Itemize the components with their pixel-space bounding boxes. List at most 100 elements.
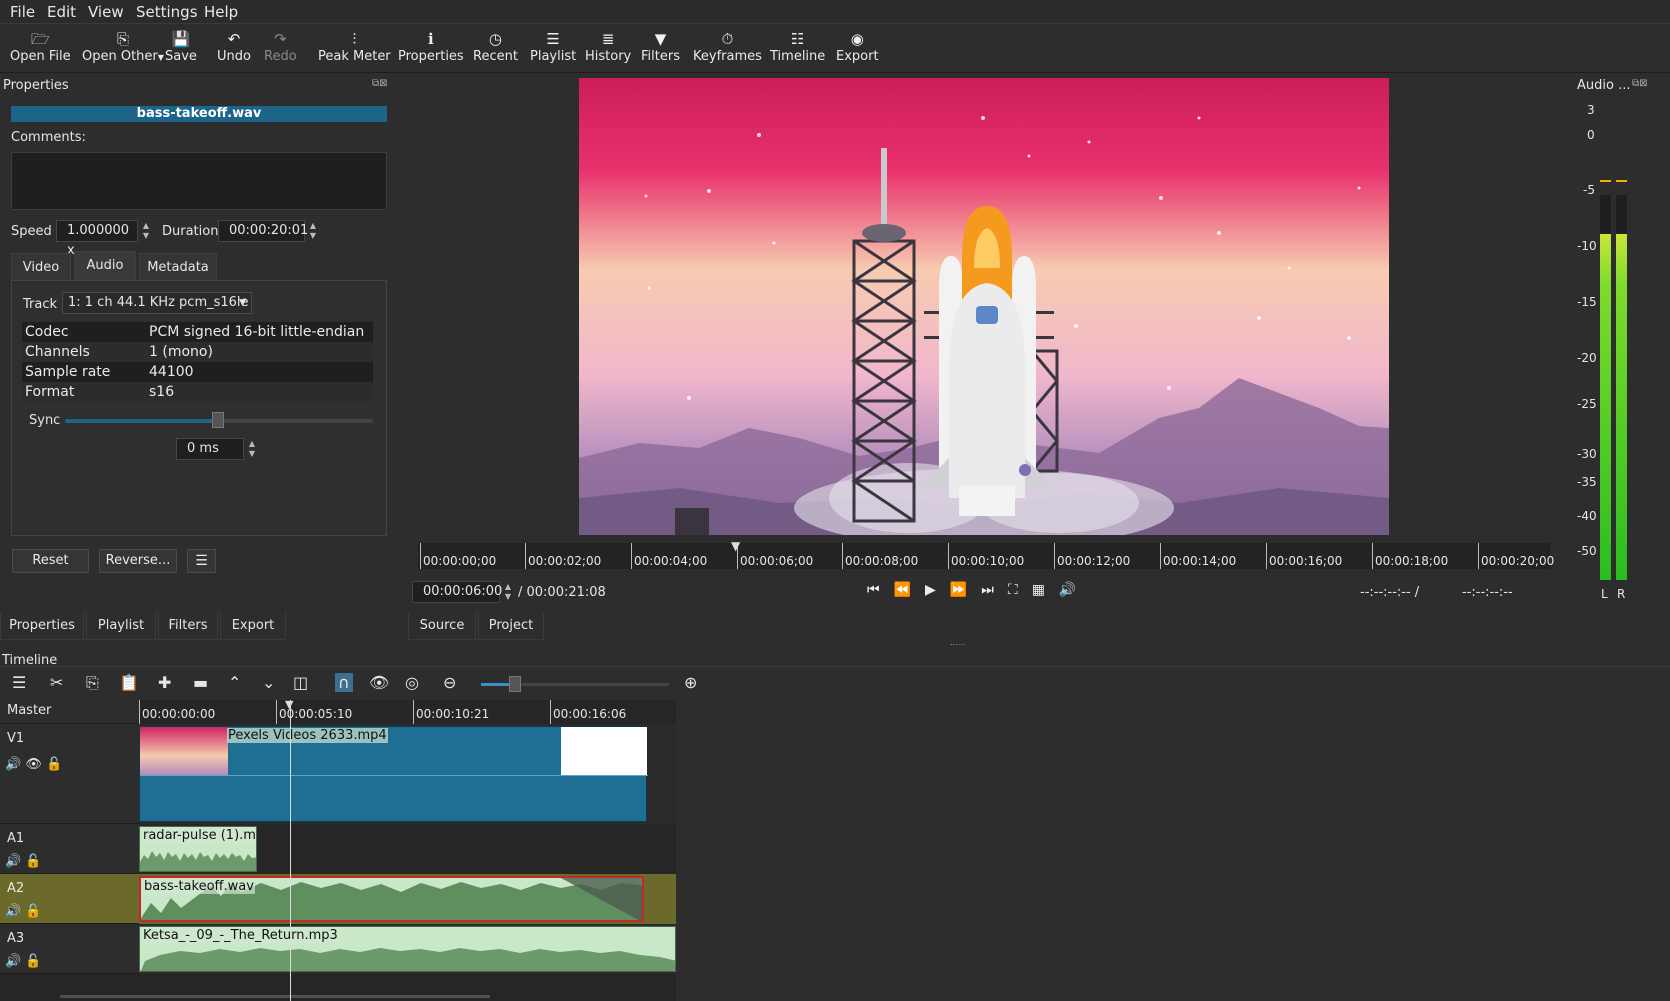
mute-icon[interactable]: 🔊 [5, 757, 21, 772]
audio-clip[interactable]: radar-pulse (1).mp3 [139, 826, 257, 872]
splitter-handle[interactable]: ...... [950, 638, 965, 647]
in-point: --:--:--:-- / [1360, 585, 1420, 600]
audio-clip-selected[interactable]: bass-takeoff.wav [139, 876, 644, 922]
history-button[interactable]: ≣ History [585, 29, 631, 64]
undo-button[interactable]: ↶ Undo [217, 29, 251, 64]
mute-icon[interactable]: 🔊 [5, 954, 21, 969]
paste-icon[interactable]: 📋 [119, 673, 139, 692]
meter-bar-right [1616, 195, 1627, 580]
scrub-eye-icon[interactable]: 👁 [369, 673, 389, 692]
tab-project[interactable]: Project [478, 612, 544, 640]
position-timecode[interactable]: 00:00:06:00 ▲ ▼ [412, 581, 511, 603]
lock-icon[interactable]: 🔓 [46, 757, 62, 772]
clip-label: Pexels Videos 2633.mp4 [227, 728, 388, 743]
dock-float-close-icon[interactable]: ⧉⊠ [372, 78, 388, 89]
comments-textarea[interactable] [11, 152, 387, 210]
tab-playlist[interactable]: Playlist [86, 612, 156, 640]
meter-scale-label: -30 [1577, 447, 1597, 461]
lock-icon[interactable]: 🔓 [25, 854, 41, 869]
menu-help[interactable]: Help [204, 3, 238, 21]
filters-button[interactable]: ▼ Filters [641, 29, 680, 64]
menu-view[interactable]: View [88, 3, 124, 21]
sync-slider-handle[interactable] [212, 412, 224, 428]
grid-icon[interactable]: ▦ [1032, 582, 1059, 598]
recent-button[interactable]: ◷ Recent [473, 29, 518, 64]
tab-audio[interactable]: Audio [74, 251, 136, 281]
append-icon[interactable]: ✚ [158, 673, 171, 692]
timeline-button[interactable]: ☷ Timeline [770, 29, 825, 64]
track-select[interactable]: 1: 1 ch 44.1 KHz pcm_s16le ▼ [62, 292, 252, 314]
video-clip[interactable]: Pexels Videos 2633.mp4 [139, 726, 648, 822]
hamburger-icon[interactable]: ☰ [187, 549, 216, 573]
menu-icon[interactable]: ☰ [12, 673, 26, 692]
audio-clip[interactable]: Ketsa_-_09_-_The_Return.mp3 [139, 926, 676, 972]
tab-metadata[interactable]: Metadata [139, 253, 217, 281]
play-icon[interactable]: ▶ [925, 582, 950, 598]
menu-edit[interactable]: Edit [47, 3, 76, 21]
spin-arrows-icon[interactable]: ▲ ▼ [306, 221, 320, 243]
zoom-slider-handle[interactable] [509, 676, 521, 692]
zoom-in-icon[interactable]: ⊕ [684, 673, 697, 692]
fast-forward-icon[interactable]: ⏩ [950, 582, 981, 598]
skip-start-icon[interactable]: ⏮ [867, 582, 894, 598]
timeline-ruler[interactable]: 00:00:00:00 00:00:05:10 00:00:10:21 00:0… [139, 698, 676, 724]
split-icon[interactable]: ◫ [293, 673, 308, 692]
track-name: A2 [7, 881, 25, 896]
track-header-v1[interactable]: V1 🔊 👁 🔓 [0, 724, 139, 824]
export-button[interactable]: ◉ Export [836, 29, 879, 64]
lift-icon[interactable]: ⌃ [228, 673, 241, 692]
playhead-marker-icon[interactable]: ▼ [731, 539, 740, 553]
menu-file[interactable]: File [10, 3, 35, 21]
track-header-a3[interactable]: A3 🔊 🔓 [0, 924, 139, 974]
reverse-button[interactable]: Reverse... [99, 549, 177, 573]
duration-spinbox[interactable]: 00:00:20:01 ▲ ▼ [218, 220, 316, 242]
mute-icon[interactable]: 🔊 [5, 854, 21, 869]
volume-icon[interactable]: 🔊 [1059, 582, 1090, 598]
track-name: A1 [7, 831, 25, 846]
open-other-button[interactable]: ⎘ Open Other▼ [82, 29, 164, 64]
spin-arrows-icon[interactable]: ▲ ▼ [501, 582, 515, 604]
track-header-a1[interactable]: A1 🔊 🔓 [0, 824, 139, 874]
peak-meter-button[interactable]: ⫶ Peak Meter [318, 29, 391, 64]
properties-button[interactable]: ℹ Properties [398, 29, 464, 64]
tab-source[interactable]: Source [408, 612, 476, 640]
tab-properties[interactable]: Properties [0, 612, 84, 640]
track-header-a2[interactable]: A2 🔊 🔓 [0, 874, 139, 924]
mute-icon[interactable]: 🔊 [5, 904, 21, 919]
keyframes-button[interactable]: ⏱ Keyframes [693, 29, 762, 64]
player-ruler[interactable]: 00:00:00;00 00:00:02;00 00:00:04;00 00:0… [418, 539, 1554, 569]
menu-settings[interactable]: Settings [136, 3, 198, 21]
lock-icon[interactable]: 🔓 [25, 954, 41, 969]
open-file-button[interactable]: 🗁 Open File [10, 29, 71, 64]
hide-eye-icon[interactable]: 👁 [25, 757, 42, 772]
speed-spinbox[interactable]: 1.000000 x ▲ ▼ [56, 220, 149, 258]
overwrite-icon[interactable]: ⌄ [262, 673, 275, 692]
spin-arrows-icon[interactable]: ▲ ▼ [139, 221, 153, 243]
timeline-playhead[interactable] [290, 700, 291, 1001]
copy-icon[interactable]: ⎘ [86, 673, 99, 693]
remove-icon[interactable]: ▬ [193, 673, 208, 692]
save-button[interactable]: 💾 Save [165, 29, 197, 64]
timeline-scrollbar[interactable] [60, 995, 490, 998]
dock-float-close-icon[interactable]: ⧉⊠ [1632, 78, 1648, 89]
playlist-button[interactable]: ☰ Playlist [530, 29, 576, 64]
scissors-icon[interactable]: ✂ [50, 673, 63, 692]
ripple-icon[interactable]: ◎ [405, 673, 419, 692]
sync-spinbox[interactable]: 0 ms ▲ ▼ [176, 438, 255, 460]
tab-video[interactable]: Video [11, 253, 71, 281]
skip-end-icon[interactable]: ⏭ [981, 582, 1008, 598]
rewind-icon[interactable]: ⏪ [894, 582, 925, 598]
lock-icon[interactable]: 🔓 [25, 904, 41, 919]
zoom-fit-icon[interactable]: ⛶ [1008, 582, 1032, 598]
redo-button[interactable]: ↷ Redo [264, 29, 297, 64]
spin-arrows-icon[interactable]: ▲ ▼ [245, 439, 259, 461]
undo-icon: ↶ [227, 30, 241, 48]
table-row: Sample rate 44100 [22, 362, 373, 382]
zoom-out-icon[interactable]: ⊖ [443, 673, 456, 692]
speed-label: Speed [11, 224, 52, 239]
open-other-label: Open Other [82, 49, 158, 64]
snap-magnet-icon[interactable]: ∩ [335, 673, 353, 692]
tab-export[interactable]: Export [220, 612, 286, 640]
reset-button[interactable]: Reset [12, 549, 89, 573]
tab-filters[interactable]: Filters [158, 612, 218, 640]
